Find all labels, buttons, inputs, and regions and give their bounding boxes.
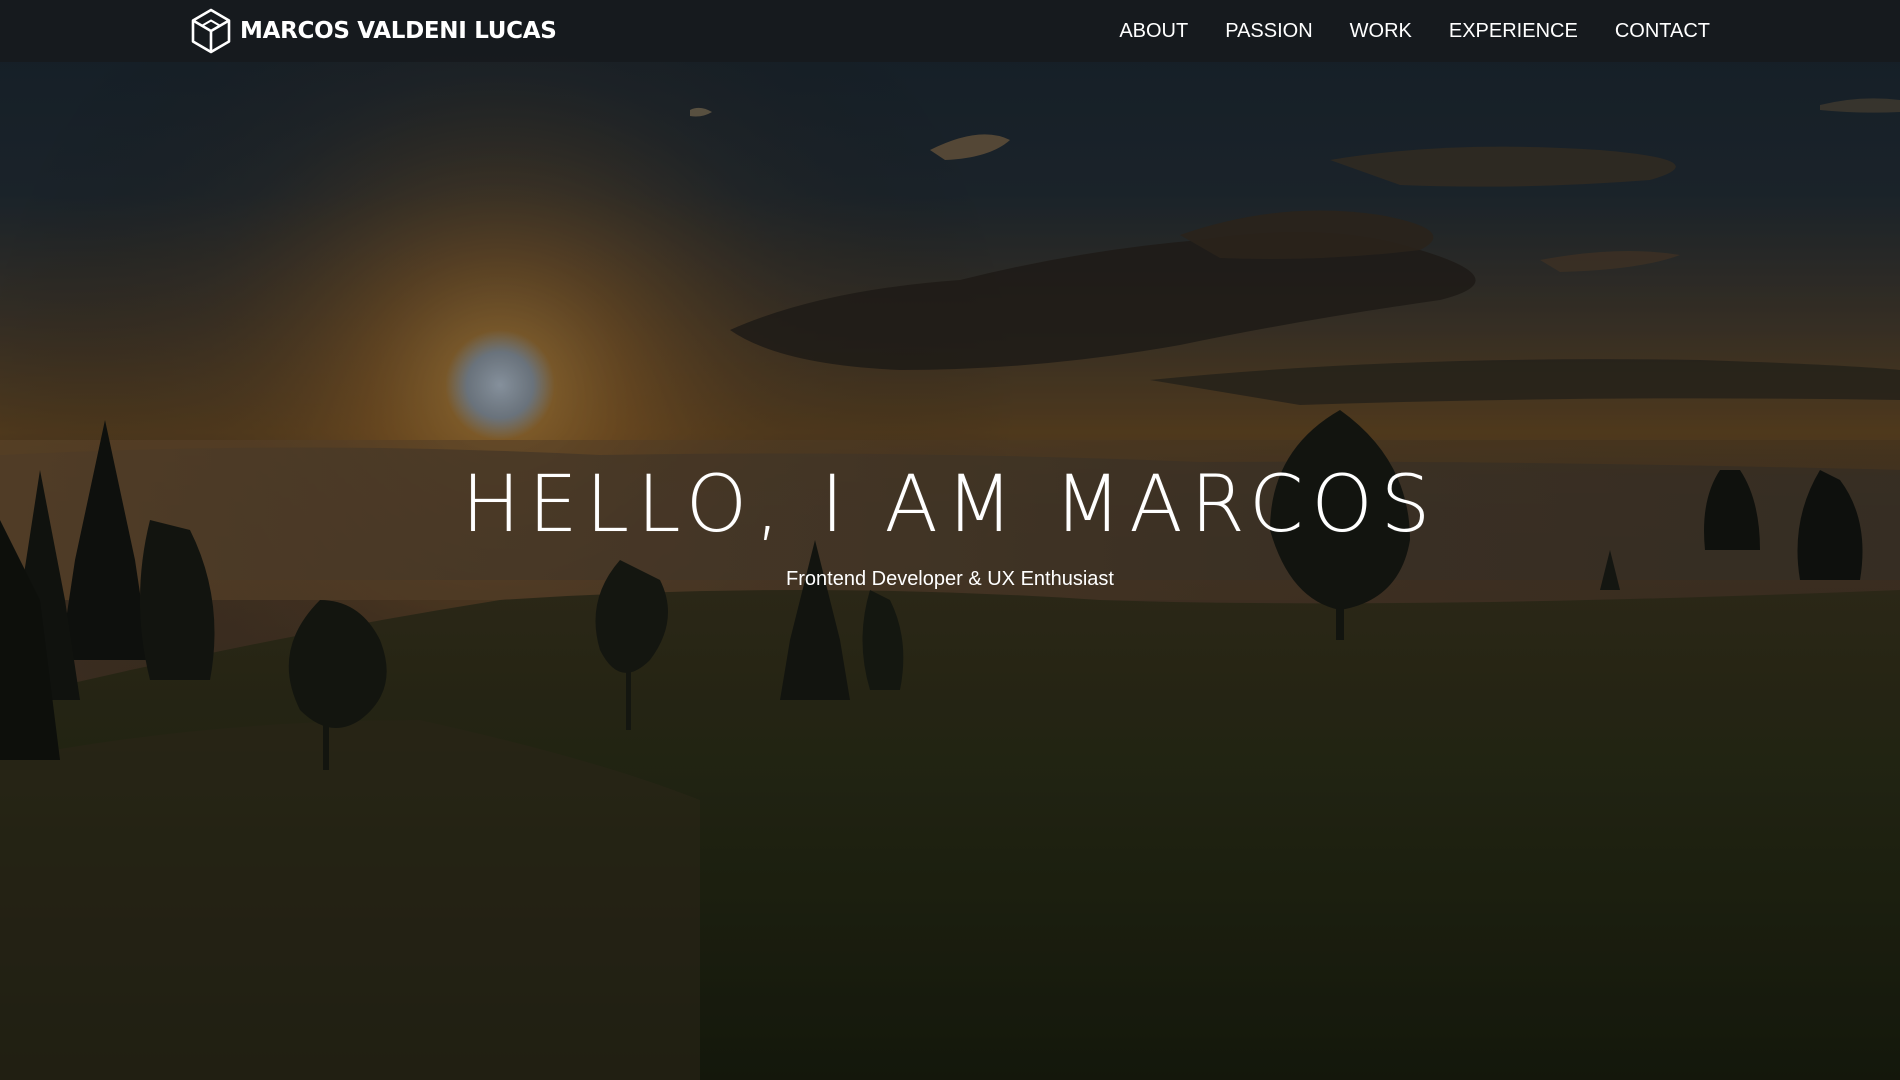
nav-item-experience[interactable]: EXPERIENCE: [1449, 20, 1578, 43]
nav-item-work[interactable]: WORK: [1350, 20, 1412, 43]
hero-title: HELLO, I AM MARCOS: [461, 460, 1439, 550]
nav-item-passion[interactable]: PASSION: [1225, 20, 1312, 43]
brand-link[interactable]: MARCOS VALDENI LUCAS: [190, 8, 557, 54]
cube-icon: [191, 8, 231, 54]
nav-menu: ABOUT PASSION WORK EXPERIENCE CONTACT: [1119, 0, 1710, 62]
nav-item-contact[interactable]: CONTACT: [1615, 20, 1710, 43]
nav-item-about[interactable]: ABOUT: [1119, 20, 1188, 43]
hero-subtitle: Frontend Developer & UX Enthusiast: [786, 568, 1114, 590]
hero-content: HELLO, I AM MARCOS Frontend Developer & …: [0, 455, 1900, 593]
navbar: MARCOS VALDENI LUCAS ABOUT PASSION WORK …: [0, 0, 1900, 62]
page: MARCOS VALDENI LUCAS ABOUT PASSION WORK …: [0, 0, 1900, 1080]
brand-name: MARCOS VALDENI LUCAS: [240, 18, 557, 44]
